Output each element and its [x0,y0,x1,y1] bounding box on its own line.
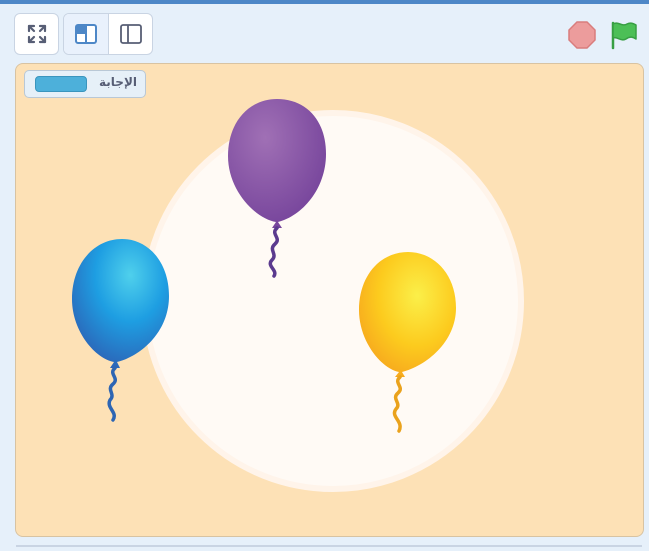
blue-balloon[interactable] [72,239,169,422]
fullscreen-icon [27,24,46,44]
normal-stage-layout-icon [120,24,142,44]
stage-size-toggle [63,13,153,55]
stage-graphics [72,99,524,492]
small-stage-button[interactable] [64,14,108,54]
bottom-divider [16,545,642,547]
stage-toolbar [0,4,649,62]
stop-icon[interactable] [568,21,596,49]
answer-monitor-value [35,76,87,92]
small-stage-layout-icon [75,24,97,44]
answer-monitor[interactable]: الإجابة [24,70,146,98]
plate-backdrop [142,110,524,492]
normal-stage-button[interactable] [109,14,153,54]
stage-canvas[interactable]: الإجابة [15,63,644,537]
fullscreen-button[interactable] [14,13,59,55]
green-flag-icon[interactable] [609,20,639,50]
answer-monitor-label: الإجابة [99,75,137,89]
